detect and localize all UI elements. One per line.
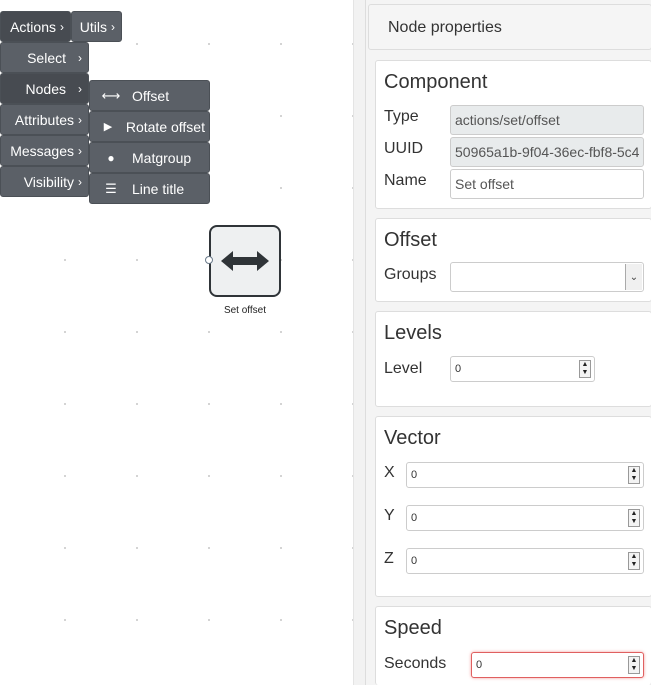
uuid-field: 50965a1b-9f04-36ec-fbf8-5c4 — [450, 137, 644, 167]
seconds-stepper-icon[interactable]: ▲ ▼ — [628, 656, 640, 674]
y-value: 0 — [411, 512, 418, 524]
z-value: 0 — [411, 555, 418, 567]
list-icon: ☰ — [105, 180, 117, 196]
submenu-rotate-offset-label: Rotate offset — [125, 118, 205, 135]
menu-messages[interactable]: Messages › — [0, 135, 89, 166]
menu-actions-label: Actions — [10, 18, 56, 35]
menu-messages-label: Messages — [10, 142, 74, 159]
chevron-right-icon: › — [111, 19, 115, 34]
z-input[interactable]: 0 ▲ ▼ — [406, 548, 644, 574]
type-label: Type — [384, 108, 419, 125]
menu-attributes-label: Attributes — [14, 111, 74, 128]
submenu-offset-label: Offset — [132, 87, 170, 104]
submenu-line-title-label: Line title — [132, 180, 185, 197]
menu-visibility[interactable]: Visibility › — [0, 166, 89, 197]
menu-select-label: Select — [27, 49, 66, 66]
menu-nodes[interactable]: Nodes › — [0, 73, 89, 104]
level-value: 0 — [455, 363, 462, 375]
x-label: X — [384, 464, 395, 481]
submenu-rotate-offset[interactable]: ▶ Rotate offset — [89, 111, 210, 142]
levels-section: Levels Level 0 ▲ ▼ — [375, 311, 651, 407]
submenu-offset[interactable]: ⟷ Offset — [89, 80, 210, 111]
menu-attributes[interactable]: Attributes › — [0, 104, 89, 135]
offset-title: Offset — [384, 229, 437, 251]
name-label: Name — [384, 172, 427, 189]
panel-title: Node properties — [368, 4, 651, 50]
speed-title: Speed — [384, 617, 442, 639]
z-label: Z — [384, 550, 394, 567]
level-stepper-icon[interactable]: ▲ ▼ — [579, 360, 591, 378]
menu-select[interactable]: Select › — [0, 42, 89, 73]
level-input[interactable]: 0 ▲ ▼ — [450, 356, 595, 382]
offset-section: Offset Groups ⌄ — [375, 218, 651, 302]
y-stepper-icon[interactable]: ▲ ▼ — [628, 509, 640, 527]
set-offset-node[interactable] — [209, 225, 281, 297]
menu-utils-label: Utils — [79, 18, 107, 35]
chevron-right-icon: › — [78, 50, 82, 65]
chevron-right-icon: › — [78, 174, 82, 189]
chevron-right-icon: › — [78, 143, 82, 158]
double-arrow-icon: ⟷ — [101, 87, 121, 103]
level-label: Level — [384, 360, 423, 377]
name-input[interactable]: Set offset — [450, 169, 644, 199]
x-value: 0 — [411, 469, 418, 481]
component-title: Component — [384, 71, 488, 93]
submenu-line-title[interactable]: ☰ Line title — [89, 173, 210, 204]
vector-section: Vector X 0 ▲ ▼ Y 0 ▲ ▼ Z 0 ▲ ▼ — [375, 416, 651, 597]
speed-section: Speed Seconds 0 ▲ ▼ — [375, 606, 651, 685]
y-input[interactable]: 0 ▲ ▼ — [406, 505, 644, 531]
y-label: Y — [384, 507, 395, 524]
submenu-matgroup-label: Matgroup — [132, 149, 192, 166]
type-field: actions/set/offset — [450, 105, 644, 135]
chevron-right-icon: › — [60, 19, 64, 34]
node-label: Set offset — [223, 305, 267, 316]
seconds-label: Seconds — [384, 655, 447, 672]
chevron-right-icon: › — [78, 112, 82, 127]
vector-title: Vector — [384, 427, 441, 449]
z-stepper-icon[interactable]: ▲ ▼ — [628, 552, 640, 570]
chevron-down-icon: ⌄ — [625, 264, 642, 290]
x-stepper-icon[interactable]: ▲ ▼ — [628, 466, 640, 484]
horizontal-arrows-icon — [221, 251, 269, 271]
seconds-input[interactable]: 0 ▲ ▼ — [471, 652, 644, 678]
groups-label: Groups — [384, 266, 437, 283]
submenu-matgroup[interactable]: ● Matgroup — [89, 142, 210, 173]
menu-visibility-label: Visibility — [23, 173, 74, 190]
levels-title: Levels — [384, 322, 442, 344]
component-section: Component Type actions/set/offset UUID 5… — [375, 60, 651, 209]
seconds-value: 0 — [476, 659, 483, 671]
play-icon: ▶ — [103, 121, 113, 133]
groups-select[interactable]: ⌄ — [450, 262, 644, 292]
x-input[interactable]: 0 ▲ ▼ — [406, 462, 644, 488]
chevron-right-icon: › — [78, 81, 82, 96]
menu-nodes-label: Nodes — [25, 80, 66, 97]
properties-panel: Node properties Component Type actions/s… — [365, 0, 651, 685]
menu-utils[interactable]: Utils › — [71, 11, 122, 42]
globe-icon: ● — [107, 150, 115, 165]
node-input-port[interactable] — [205, 256, 213, 264]
uuid-label: UUID — [384, 140, 424, 157]
menu-actions[interactable]: Actions › — [0, 11, 71, 42]
